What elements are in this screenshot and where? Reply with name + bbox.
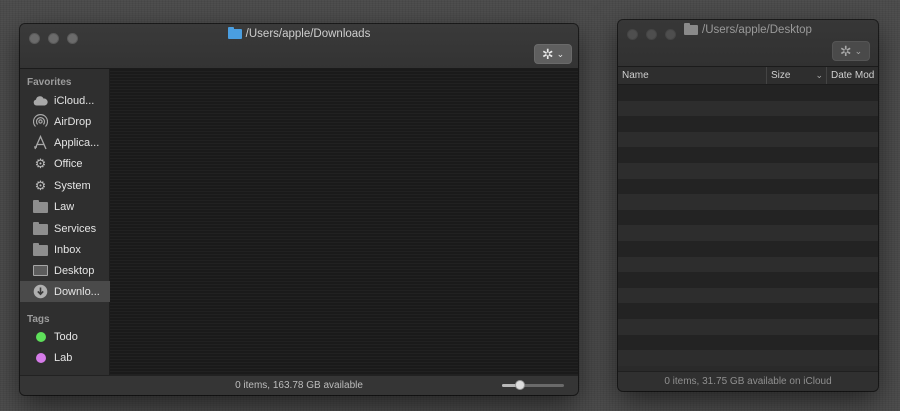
file-list-area[interactable] [618,85,878,371]
list-row [618,147,878,163]
folder-icon [33,242,48,257]
list-row [618,178,878,195]
column-date-modified[interactable]: Date Mod [826,67,878,84]
list-row [618,240,878,257]
sidebar-tag-todo[interactable]: Todo [20,326,110,347]
status-bar: 0 items, 163.78 GB available [20,375,578,395]
applications-icon [33,135,48,150]
sidebar-item-services[interactable]: Services [20,218,110,239]
chevron-down-icon: ⌄ [854,46,863,56]
folder-icon [33,221,48,236]
window-title-bar: /Users/apple/Desktop [618,20,878,40]
sidebar: Favorites iCloud... AirDrop Applica... ⚙… [20,69,110,375]
folder-icon [33,199,48,214]
tag-color-icon [33,329,48,344]
action-menu-button[interactable]: ✲ ⌄ [832,41,870,61]
cloud-icon [33,93,48,108]
list-row [618,225,878,241]
column-name[interactable]: Name [618,67,766,84]
gear-icon: ⚙ [34,177,47,193]
list-row [618,334,878,351]
list-row [618,303,878,319]
chevron-down-icon: ⌄ [556,49,565,59]
window-title: /Users/apple/Desktop [702,24,812,36]
sidebar-item-law[interactable]: Law [20,196,110,217]
sidebar-item-label: Inbox [54,243,81,256]
list-row [618,256,878,273]
sidebar-item-label: Downlo... [54,285,100,298]
chevron-down-icon: ⌄ [815,70,823,80]
sidebar-item-icloud[interactable]: iCloud... [20,90,110,111]
toolbar: /Users/apple/Downloads ✲ ⌄ [20,24,578,69]
downloads-icon [33,284,48,299]
desktop-window: /Users/apple/Desktop ✲ ⌄ Name Size ⌄ Dat… [618,20,878,391]
list-row [618,209,878,226]
sidebar-item-label: Office [54,157,83,170]
toolbar: /Users/apple/Desktop ✲ ⌄ [618,20,878,67]
sidebar-heading-favorites: Favorites [27,77,72,88]
sidebar-item-desktop[interactable]: Desktop [20,260,110,281]
window-title-bar: /Users/apple/Downloads [20,24,578,44]
sidebar-item-downloads[interactable]: Downlo... [20,281,110,302]
slider-knob[interactable] [515,380,525,390]
list-row [618,287,878,304]
status-text: 0 items, 31.75 GB available on iCloud [664,376,832,387]
sidebar-item-inbox[interactable]: Inbox [20,239,110,260]
list-row [618,318,878,335]
sidebar-item-label: Applica... [54,136,100,149]
column-label: Name [622,70,649,81]
column-label: Size [771,70,791,81]
icon-size-slider[interactable] [502,380,564,390]
sidebar-item-applications[interactable]: Applica... [20,132,110,153]
sidebar-item-label: Todo [54,330,78,343]
column-label: Date Mod [831,70,875,81]
sidebar-item-label: Services [54,222,97,235]
list-row [618,162,878,179]
list-row [618,85,878,101]
airdrop-icon [33,114,48,129]
sidebar-item-label: Lab [54,351,73,364]
gear-icon: ⚙ [34,155,47,171]
list-row [618,272,878,288]
column-header: Name Size ⌄ Date Mod [618,67,878,85]
action-menu-button[interactable]: ✲ ⌄ [534,44,572,64]
list-row [618,131,878,148]
folder-icon [684,23,698,35]
tag-color-icon [33,350,48,365]
sidebar-item-label: iCloud... [54,94,95,107]
sidebar-item-label: AirDrop [54,115,92,128]
sidebar-tag-lab[interactable]: Lab [20,347,110,368]
sidebar-item-system[interactable]: ⚙ System [20,175,110,196]
file-list-area[interactable] [110,69,578,375]
status-text: 0 items, 163.78 GB available [235,380,363,391]
downloads-window: /Users/apple/Downloads ✲ ⌄ Favorites iCl… [20,24,578,395]
sidebar-item-airdrop[interactable]: AirDrop [20,111,110,132]
list-row [618,350,878,366]
desktop-icon [33,263,48,278]
list-row [618,194,878,210]
list-row [618,116,878,132]
sidebar-item-office[interactable]: ⚙ Office [20,153,110,174]
list-row [618,100,878,117]
sidebar-item-label: Desktop [54,264,95,277]
status-bar: 0 items, 31.75 GB available on iCloud [618,371,878,391]
gear-icon: ✲ [839,43,852,59]
folder-icon [227,27,242,39]
sidebar-item-label: Law [54,200,75,213]
gear-icon: ✲ [541,46,554,62]
column-size[interactable]: Size ⌄ [766,67,826,84]
sidebar-heading-tags: Tags [27,314,50,325]
sidebar-item-label: System [54,179,91,192]
window-title: /Users/apple/Downloads [245,28,371,40]
